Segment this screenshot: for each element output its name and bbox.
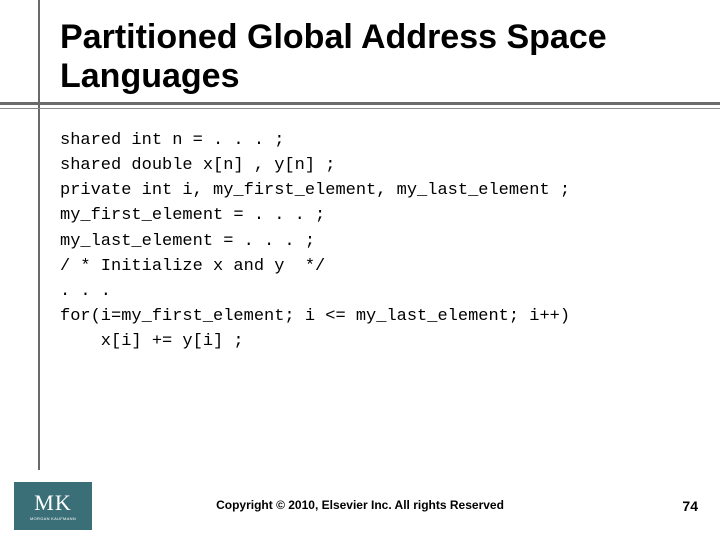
code-line: . . . — [60, 282, 111, 301]
title-rule-bottom — [0, 108, 720, 109]
code-line: shared double x[n] , y[n] ; — [60, 156, 335, 175]
code-line: my_last_element = . . . ; — [60, 232, 315, 251]
code-line: for(i=my_first_element; i <= my_last_ele… — [60, 307, 570, 326]
code-line: x[i] += y[i] ; — [60, 332, 244, 351]
code-line: shared int n = . . . ; — [60, 131, 284, 150]
vertical-rule — [38, 0, 40, 470]
logo-main-text: MK — [34, 492, 71, 514]
title-rule-top — [0, 102, 720, 105]
code-line: private int i, my_first_element, my_last… — [60, 181, 570, 200]
code-line: / * Initialize x and y */ — [60, 257, 325, 276]
logo-sub-text: MORGAN KAUFMANN — [30, 517, 76, 521]
publisher-logo: MK MORGAN KAUFMANN — [14, 482, 92, 530]
copyright-text: Copyright © 2010, Elsevier Inc. All righ… — [0, 498, 720, 512]
page-number: 74 — [682, 498, 698, 514]
slide: Partitioned Global Address Space Languag… — [0, 0, 720, 540]
page-title: Partitioned Global Address Space Languag… — [60, 18, 680, 96]
code-line: my_first_element = . . . ; — [60, 206, 325, 225]
code-block: shared int n = . . . ; shared double x[n… — [60, 128, 570, 354]
